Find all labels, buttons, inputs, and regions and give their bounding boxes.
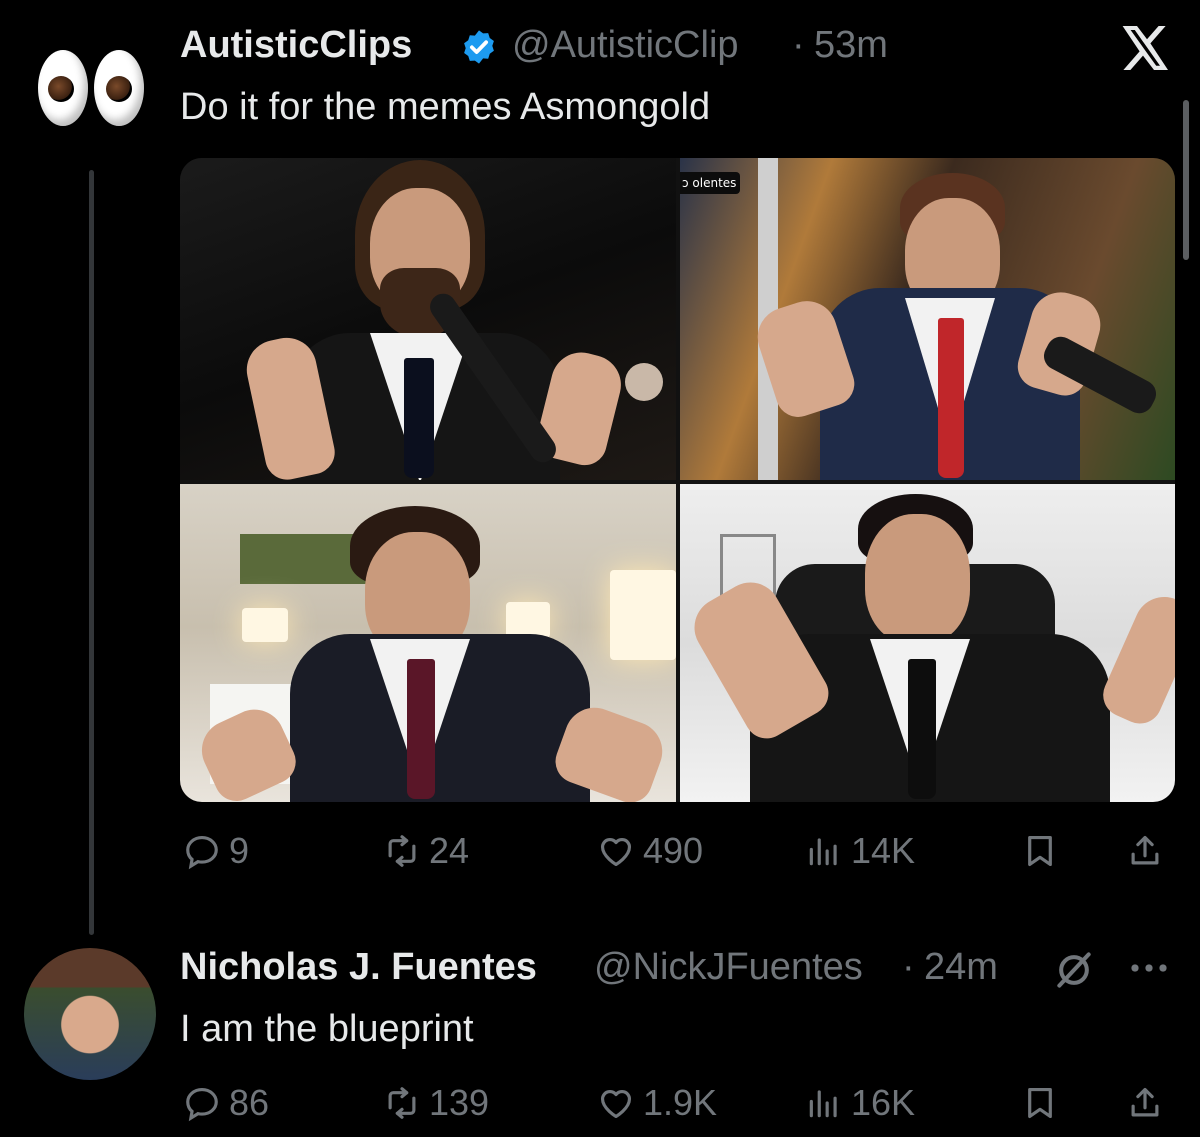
like-count: 490	[643, 830, 704, 871]
media-image-1[interactable]	[180, 158, 676, 480]
share-button[interactable]	[1126, 826, 1164, 876]
like-button[interactable]: 1.9K	[597, 1078, 717, 1128]
timestamp[interactable]: 24m	[924, 946, 998, 989]
repost-button[interactable]: 24	[383, 826, 469, 876]
left-eye-icon	[38, 50, 88, 126]
share-icon	[1131, 835, 1159, 865]
views-count: 14K	[851, 830, 916, 871]
like-count: 1.9K	[643, 1082, 718, 1123]
media-image-3[interactable]	[180, 484, 676, 802]
repost-count: 139	[429, 1082, 490, 1123]
author-name[interactable]: AutisticClips	[180, 24, 412, 67]
author-handle[interactable]: @NickJFuentes	[594, 946, 863, 989]
tweet-text: I am the blueprint	[180, 1008, 474, 1050]
like-button[interactable]: 490	[597, 826, 703, 876]
reply-count: 86	[229, 1082, 270, 1123]
tweet1-action-bar: 9 24 490 14K	[183, 826, 1183, 876]
grok-slash-icon[interactable]	[1052, 948, 1096, 992]
more-icon[interactable]	[1128, 958, 1170, 978]
tweet2-action-bar: 86 139 1.9K 16K	[183, 1078, 1183, 1128]
bookmark-icon	[1028, 1087, 1052, 1119]
like-icon	[600, 1090, 632, 1119]
repost-button[interactable]: 139	[383, 1078, 489, 1128]
author-handle[interactable]: @AutisticClip	[512, 24, 739, 67]
views-button[interactable]: 16K	[805, 1078, 915, 1128]
x-logo-icon[interactable]	[1122, 26, 1170, 70]
thread-connector-line	[89, 170, 94, 935]
eyes-emoji-avatar[interactable]	[38, 50, 148, 130]
scrollbar[interactable]	[1183, 100, 1189, 260]
tweet-text: Do it for the memes Asmongold	[180, 86, 711, 128]
repost-icon	[388, 835, 416, 867]
reply-icon	[186, 835, 218, 870]
media-image-2[interactable]: ɔ olentes	[680, 158, 1175, 480]
views-icon	[809, 1090, 837, 1118]
views-count: 16K	[851, 1082, 916, 1123]
bookmark-icon	[1028, 835, 1052, 867]
media-overlay-label: ɔ olentes	[680, 172, 740, 194]
views-icon	[809, 838, 837, 866]
separator-dot: ·	[792, 24, 805, 66]
bookmark-button[interactable]	[1021, 1078, 1059, 1128]
right-eye-icon	[94, 50, 144, 126]
share-icon	[1131, 1087, 1159, 1117]
author-name[interactable]: Nicholas J. Fuentes	[180, 946, 537, 989]
reply-button[interactable]: 86	[183, 1078, 269, 1128]
repost-count: 24	[429, 830, 470, 871]
share-button[interactable]	[1126, 1078, 1164, 1128]
reply-count: 9	[229, 830, 250, 871]
like-icon	[600, 838, 632, 867]
views-button[interactable]: 14K	[805, 826, 915, 876]
avatar[interactable]	[24, 948, 156, 1080]
reply-button[interactable]: 9	[183, 826, 249, 876]
reply-icon	[186, 1087, 218, 1122]
verified-badge-icon	[464, 30, 494, 64]
repost-icon	[388, 1087, 416, 1119]
media-grid[interactable]: ɔ olentes	[180, 158, 1175, 802]
media-image-4[interactable]	[680, 484, 1175, 802]
bookmark-button[interactable]	[1021, 826, 1059, 876]
timestamp[interactable]: 53m	[814, 24, 888, 67]
separator-dot: ·	[902, 946, 915, 988]
